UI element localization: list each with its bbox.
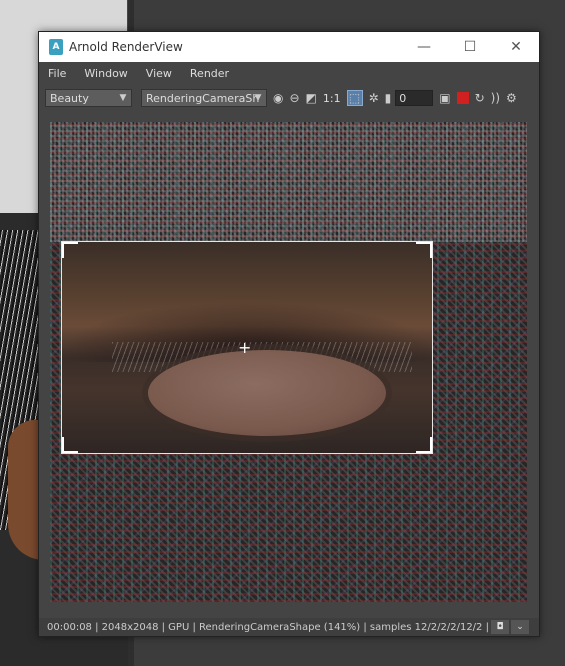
- render-eyeball: [148, 350, 386, 436]
- menu-render[interactable]: Render: [181, 67, 238, 80]
- color-channel-icon[interactable]: ◩: [306, 91, 317, 105]
- chevron-down-icon[interactable]: ⌄: [511, 620, 529, 634]
- one-to-one-button[interactable]: 1:1: [323, 92, 341, 105]
- channel-view-icon[interactable]: ⊖: [289, 91, 299, 105]
- crop-handle-bottom-left[interactable]: [62, 437, 78, 453]
- menu-bar: File Window View Render: [39, 63, 539, 83]
- display-settings-icon[interactable]: ◉: [273, 91, 283, 105]
- toolbar: Beauty ▼ RenderingCameraSh ▼ ◉ ⊖ ◩ 1:1 ⬚…: [39, 85, 539, 111]
- status-bar: 00:00:08 | 2048x2048 | GPU | RenderingCa…: [39, 618, 539, 636]
- crop-handle-top-left[interactable]: [62, 242, 78, 258]
- menu-window[interactable]: Window: [75, 67, 136, 80]
- rerender-icon[interactable]: ↻: [475, 91, 485, 105]
- ipr-icon[interactable]: )): [491, 91, 500, 105]
- window-controls: — ☐ ✕: [401, 32, 539, 62]
- render-viewport[interactable]: +: [50, 122, 527, 602]
- chevron-down-icon: ▼: [119, 93, 127, 103]
- exposure-slider-icon[interactable]: ▮: [385, 91, 392, 105]
- refresh-settings-icon[interactable]: ✲: [369, 91, 379, 105]
- crosshair-icon: +: [238, 338, 252, 357]
- camera-icon[interactable]: ◘: [491, 620, 509, 634]
- gear-icon[interactable]: ⚙: [506, 91, 517, 105]
- snapshot-icon[interactable]: ▣: [439, 91, 450, 105]
- stop-render-icon[interactable]: [456, 92, 469, 104]
- chevron-down-icon: ▼: [254, 93, 262, 103]
- crop-handle-top-right[interactable]: [416, 242, 432, 258]
- menu-view[interactable]: View: [137, 67, 181, 80]
- close-button[interactable]: ✕: [493, 32, 539, 62]
- camera-dropdown[interactable]: RenderingCameraSh ▼: [141, 89, 267, 107]
- camera-dropdown-value: RenderingCameraSh: [146, 91, 260, 105]
- crop-region-icon[interactable]: ⬚: [346, 90, 363, 106]
- exposure-field[interactable]: 0: [395, 90, 434, 106]
- window-title: Arnold RenderView: [69, 40, 183, 54]
- status-text: 00:00:08 | 2048x2048 | GPU | RenderingCa…: [47, 621, 489, 633]
- aov-dropdown[interactable]: Beauty ▼: [45, 89, 132, 107]
- crop-region[interactable]: +: [61, 241, 433, 454]
- crop-handle-bottom-right[interactable]: [416, 437, 432, 453]
- arnold-icon: A: [49, 39, 63, 55]
- renderview-window: A Arnold RenderView — ☐ ✕ File Window Vi…: [38, 31, 540, 637]
- menu-file[interactable]: File: [39, 67, 75, 80]
- render-noise: [50, 122, 527, 242]
- title-bar[interactable]: A Arnold RenderView — ☐ ✕: [39, 32, 539, 62]
- minimize-button[interactable]: —: [401, 32, 447, 62]
- aov-dropdown-value: Beauty: [50, 91, 89, 105]
- maximize-button[interactable]: ☐: [447, 32, 493, 62]
